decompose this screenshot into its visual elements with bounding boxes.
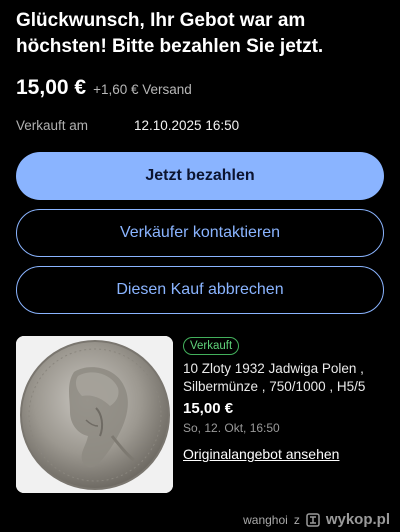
- watermark: wanghoi z wykop.pl: [243, 511, 390, 528]
- wykop-logo-icon: [306, 512, 320, 527]
- sold-info: Verkauft am 12.10.2025 16:50: [16, 118, 239, 133]
- watermark-brand: wykop.pl: [325, 511, 390, 528]
- item-price: 15,00 €: [183, 400, 234, 417]
- total-price: 15,00 €: [16, 76, 87, 99]
- coin-image: [16, 336, 173, 493]
- original-listing-link[interactable]: Originalangebot ansehen: [183, 446, 339, 462]
- watermark-letter: z: [293, 512, 300, 527]
- price-row: 15,00 € +1,60 € Versand: [16, 76, 192, 100]
- item-card: Verkauft 10 Zloty 1932 Jadwiga Polen , S…: [16, 336, 384, 496]
- item-info: Verkauft 10 Zloty 1932 Jadwiga Polen , S…: [183, 336, 384, 464]
- watermark-user: wanghoi: [243, 512, 288, 527]
- item-title[interactable]: 10 Zloty 1932 Jadwiga Polen , Silbermünz…: [183, 360, 384, 396]
- sold-date: 12.10.2025 16:50: [134, 118, 240, 133]
- shipping-cost: +1,60 € Versand: [93, 82, 192, 97]
- item-thumbnail[interactable]: [16, 336, 173, 493]
- pay-now-button[interactable]: Jetzt bezahlen: [16, 152, 384, 200]
- status-badge: Verkauft: [183, 337, 240, 355]
- page-title: Glückwunsch, Ihr Gebot war am höchsten! …: [16, 10, 324, 57]
- cancel-purchase-button[interactable]: Diesen Kauf abbrechen: [16, 266, 384, 314]
- contact-seller-button[interactable]: Verkäufer kontaktieren: [16, 209, 384, 257]
- sold-label: Verkauft am: [16, 118, 89, 133]
- item-date: So, 12. Okt, 16:50: [183, 421, 280, 435]
